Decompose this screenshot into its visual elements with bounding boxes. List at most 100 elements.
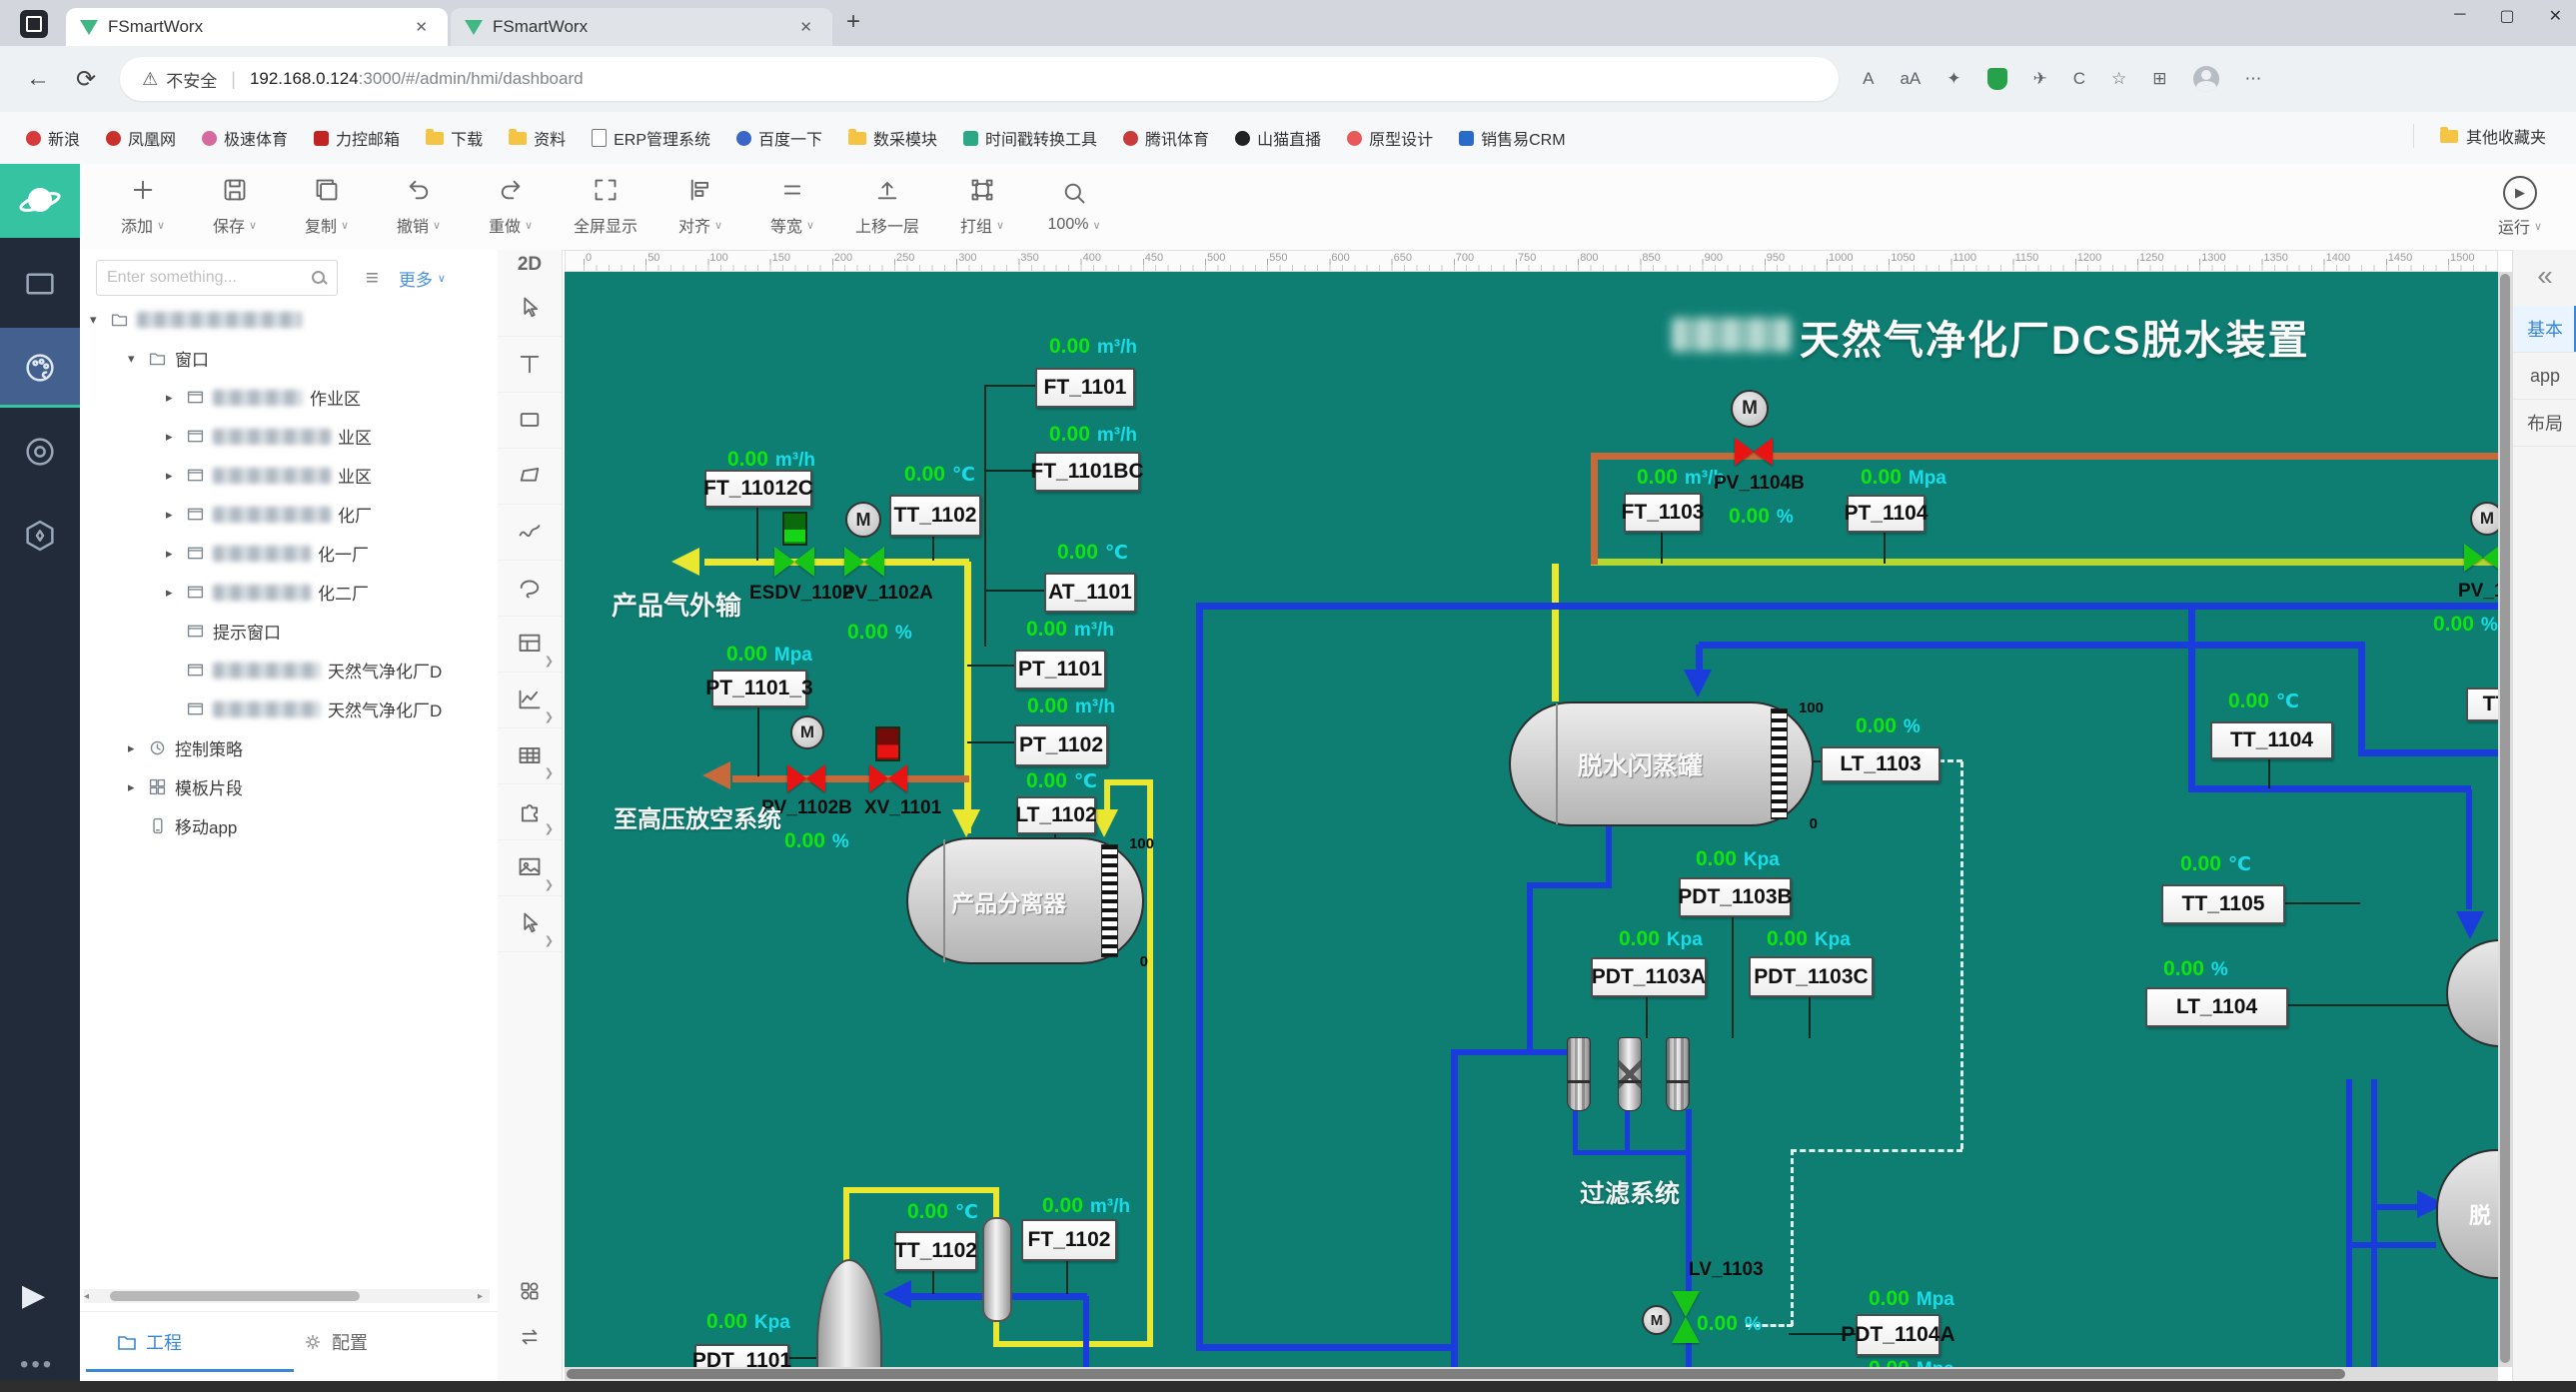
valve-PV_110x[interactable]: [2464, 544, 2498, 572]
bookmark-item[interactable]: 极速体育: [202, 126, 288, 150]
profile-avatar[interactable]: [2193, 66, 2219, 92]
caret-right-icon[interactable]: ▸: [166, 546, 182, 562]
valve-PV_1104B[interactable]: [1735, 438, 1773, 466]
motor-actuator[interactable]: M: [790, 715, 824, 749]
filter-vessel[interactable]: [1567, 1037, 1591, 1111]
valve-ESDV_1102[interactable]: [774, 547, 814, 577]
app-logo[interactable]: [0, 164, 80, 238]
tree-item-提示窗口[interactable]: 提示窗口: [166, 612, 281, 651]
toolbar-保存[interactable]: 保存∨: [206, 177, 264, 237]
valve-LV_1103[interactable]: [1672, 1291, 1700, 1343]
panel-tab-布局[interactable]: 布局: [2513, 400, 2576, 447]
value-readout[interactable]: 0.00Mpa: [726, 643, 812, 667]
refresh-button[interactable]: ⟳: [76, 65, 96, 94]
value-readout[interactable]: 0.00℃: [2228, 690, 2299, 713]
valve-XV_1101[interactable]: [869, 764, 907, 792]
bookmark-item[interactable]: 原型设计: [1347, 126, 1433, 150]
bookmark-item[interactable]: 时间戳转换工具: [963, 126, 1097, 150]
tag-PDT_1104A[interactable]: PDT_1104A: [1856, 1314, 1940, 1356]
value-readout[interactable]: 0.00%: [2433, 613, 2498, 637]
valve-PV_1102A[interactable]: [844, 547, 884, 577]
tag-PT_1101_3[interactable]: PT_1101_3: [711, 670, 807, 707]
bookmark-item[interactable]: 凤凰网: [106, 126, 176, 150]
tag-PT_1102[interactable]: PT_1102: [1014, 724, 1108, 766]
value-readout[interactable]: 0.00Mpa: [1869, 1287, 1954, 1311]
bookmark-item[interactable]: ERP管理系统: [592, 126, 710, 150]
toolbar-复制[interactable]: 复制∨: [298, 177, 356, 237]
tree-item-控制策略[interactable]: ▸控制策略: [128, 728, 243, 767]
tree-item-业区[interactable]: ▸业区: [166, 417, 372, 456]
toolbar-全屏显示[interactable]: 全屏显示: [574, 177, 638, 237]
value-readout[interactable]: 0.00m³/h: [1049, 423, 1137, 447]
close-tab-icon[interactable]: ✕: [409, 16, 434, 38]
tab-project[interactable]: 工程: [116, 1329, 182, 1355]
sidebar-more-icon[interactable]: •••: [20, 1351, 54, 1379]
toolbar-对齐[interactable]: 对齐∨: [671, 177, 729, 237]
tag-AT_1101[interactable]: AT_1101: [1044, 573, 1136, 613]
tree-item-窗口[interactable]: ▾窗口: [128, 339, 209, 378]
device-label[interactable]: PV_110: [2458, 581, 2498, 603]
collapse-panel-button[interactable]: «: [2513, 260, 2576, 292]
browser-tab[interactable]: FSmartWorx ✕: [451, 8, 832, 46]
tree-item-天然气净化厂D[interactable]: 天然气净化厂D: [166, 651, 442, 690]
sidebar-item-screens[interactable]: [0, 244, 80, 324]
chart-tool[interactable]: ❯: [498, 672, 562, 728]
list-view-icon[interactable]: ≡: [366, 265, 379, 291]
tag-FT_1103[interactable]: FT_1103: [1624, 493, 1702, 533]
value-readout[interactable]: 0.00℃: [2180, 852, 2251, 876]
address-bar[interactable]: ⚠ 不安全 | 192.168.0.124 :3000/#/admin/hmi/…: [120, 57, 1839, 101]
caret-right-icon[interactable]: ▸: [128, 740, 144, 756]
image-tool[interactable]: ❯: [498, 839, 562, 896]
value-readout[interactable]: 0.00m³/h: [1027, 695, 1115, 718]
tag-FT_1101BC[interactable]: FT_1101BC: [1034, 452, 1140, 492]
polyline-tool[interactable]: [498, 504, 562, 561]
text-label[interactable]: 至高压放空系统: [614, 799, 781, 834]
sidebar-item-record[interactable]: [0, 412, 80, 492]
canvas-horizontal-scrollbar[interactable]: [565, 1367, 2498, 1381]
bookmark-item[interactable]: 山猫直播: [1235, 126, 1321, 150]
scrollbar-thumb[interactable]: [2500, 274, 2510, 1363]
pointer-tool[interactable]: ❯: [498, 895, 562, 952]
motor-actuator[interactable]: M: [1642, 1305, 1672, 1335]
caret-right-icon[interactable]: ▸: [166, 429, 182, 445]
tree-item-作业区[interactable]: ▸作业区: [166, 378, 361, 417]
device-label[interactable]: PV_1102A: [842, 583, 933, 605]
motor-actuator[interactable]: M: [1731, 390, 1769, 428]
font-size-icon[interactable]: aA: [1900, 69, 1921, 89]
tree-item-业区[interactable]: ▸业区: [166, 456, 372, 495]
value-readout[interactable]: 0.00℃: [1057, 541, 1128, 565]
workspace-icon[interactable]: [20, 10, 48, 38]
device-label[interactable]: LV_1103: [1689, 1259, 1764, 1281]
caret-down-icon[interactable]: ▾: [90, 312, 106, 328]
dome-vessel[interactable]: [816, 1259, 882, 1367]
text-tool[interactable]: [498, 336, 562, 393]
tag-TT_1102[interactable]: TT_1102: [889, 495, 981, 537]
scroll-left-icon[interactable]: ◂: [84, 1291, 96, 1302]
value-readout[interactable]: 0.00Kpa: [1767, 927, 1851, 951]
device-label[interactable]: XV_1101: [864, 797, 941, 819]
tag-TT[interactable]: TT: [2466, 688, 2498, 721]
cylinder-vessel[interactable]: [982, 1217, 1012, 1322]
tag-LT_1104[interactable]: LT_1104: [2145, 987, 2288, 1027]
read-aloud-icon[interactable]: A: [1863, 69, 1874, 89]
lasso-tool[interactable]: [498, 560, 562, 617]
toolbar-等宽[interactable]: 等宽∨: [763, 177, 821, 237]
back-button[interactable]: ←: [26, 65, 50, 93]
rect-tool[interactable]: [498, 392, 562, 449]
panel-tab-基本[interactable]: 基本: [2513, 306, 2576, 353]
extension-c-icon[interactable]: C: [2073, 69, 2085, 89]
value-readout[interactable]: 0.00Mpa: [1869, 1357, 1954, 1367]
toolbar-重做[interactable]: 重做∨: [482, 177, 540, 237]
scrollbar-thumb[interactable]: [110, 1291, 360, 1301]
tree-item[interactable]: ▾: [90, 300, 309, 339]
tree-item-化一厂[interactable]: ▸化一厂: [166, 534, 369, 573]
tree-item-天然气净化厂D[interactable]: 天然气净化厂D: [166, 690, 442, 728]
table-tool[interactable]: ❯: [498, 727, 562, 784]
tag-PDT_1101[interactable]: PDT_1101: [694, 1344, 789, 1367]
bookmark-item[interactable]: 销售易CRM: [1459, 126, 1565, 150]
bookmark-item[interactable]: 腾讯体育: [1123, 126, 1209, 150]
tag-LT_1103[interactable]: LT_1103: [1821, 746, 1940, 782]
sidebar-play-icon[interactable]: ▶: [22, 1278, 45, 1313]
value-readout[interactable]: 0.00℃: [1026, 769, 1097, 793]
new-tab-button[interactable]: +: [846, 8, 860, 36]
